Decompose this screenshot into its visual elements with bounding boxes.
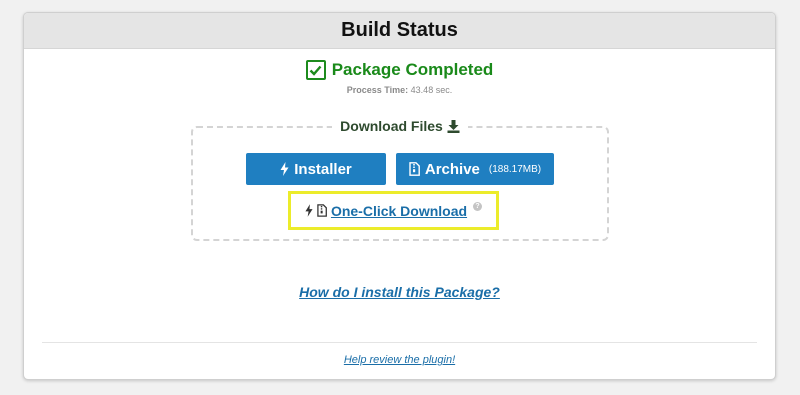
page-title: Build Status	[341, 19, 458, 41]
review-row: Help review the plugin!	[24, 350, 775, 368]
file-archive-icon	[409, 162, 420, 176]
archive-label: Archive	[424, 160, 480, 178]
bolt-icon	[280, 162, 289, 176]
download-files-legend: Download Files	[193, 118, 607, 134]
one-click-download-highlight: One-Click Download ?	[288, 191, 499, 230]
installer-button[interactable]: Installer	[246, 153, 386, 185]
package-status: Package Completed	[24, 60, 775, 80]
bolt-icon	[305, 204, 313, 217]
review-plugin-link[interactable]: Help review the plugin!	[344, 354, 455, 366]
checkbox-checked-icon	[305, 60, 326, 80]
divider	[42, 342, 757, 343]
status-text: Package Completed	[331, 60, 494, 79]
process-time: Process Time: 43.48 sec.	[24, 85, 775, 95]
panel-header: Build Status	[24, 13, 775, 49]
download-icon	[447, 119, 460, 133]
download-files-label: Download Files	[340, 118, 443, 134]
one-click-download-link[interactable]: One-Click Download	[331, 203, 467, 219]
archive-size: (188.17MB)	[488, 163, 542, 175]
build-status-panel: Build Status Package Completed Process T…	[23, 12, 776, 380]
process-time-value: 43.48 sec.	[410, 85, 453, 95]
installer-label: Installer	[294, 160, 352, 178]
help-icon[interactable]: ?	[473, 202, 483, 211]
install-help-row: How do I install this Package?	[24, 284, 775, 302]
file-archive-icon	[317, 204, 327, 217]
process-time-label: Process Time:	[346, 85, 409, 95]
archive-button[interactable]: Archive (188.17MB)	[396, 153, 554, 185]
install-help-link[interactable]: How do I install this Package?	[299, 284, 500, 300]
